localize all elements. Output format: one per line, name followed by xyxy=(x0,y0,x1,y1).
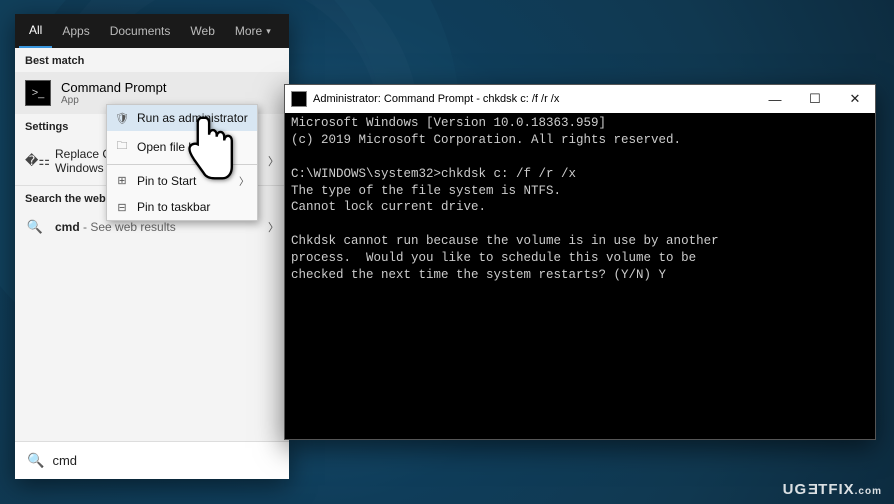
ctx-label: Pin to taskbar xyxy=(137,200,210,214)
tab-apps[interactable]: Apps xyxy=(52,14,99,48)
start-search-panel: All Apps Documents Web More ▾ Best match… xyxy=(15,14,289,479)
search-input[interactable]: cmd xyxy=(52,453,77,468)
pin-icon: ⊞ xyxy=(115,174,129,187)
cursor-hand-icon xyxy=(182,114,240,189)
desktop: All Apps Documents Web More ▾ Best match… xyxy=(0,0,894,504)
maximize-button[interactable]: ☐ xyxy=(795,85,835,113)
chevron-right-icon: 〉 xyxy=(268,219,279,235)
best-match-label: Best match xyxy=(15,48,289,72)
terminal-output[interactable]: Microsoft Windows [Version 10.0.18363.95… xyxy=(285,113,875,439)
chevron-right-icon: 〉 xyxy=(239,173,249,188)
minimize-button[interactable]: ― xyxy=(755,85,795,113)
web-query: cmd xyxy=(55,220,80,234)
tab-documents[interactable]: Documents xyxy=(100,14,181,48)
search-icon: 🔍 xyxy=(25,219,45,235)
shield-admin-icon: 🛡 xyxy=(115,112,129,125)
spacer xyxy=(15,244,289,441)
tab-all[interactable]: All xyxy=(19,14,52,48)
search-icon: 🔍 xyxy=(27,452,44,469)
command-prompt-window: Administrator: Command Prompt - chkdsk c… xyxy=(284,84,876,440)
window-title: Administrator: Command Prompt - chkdsk c… xyxy=(313,93,559,105)
app-name: Command Prompt xyxy=(61,80,166,95)
folder-icon: 🗀 xyxy=(115,137,129,156)
chevron-down-icon: ▾ xyxy=(266,26,271,37)
pin-icon: ⊟ xyxy=(115,201,129,214)
tab-web[interactable]: Web xyxy=(180,14,224,48)
ctx-pin-to-taskbar[interactable]: ⊟ Pin to taskbar xyxy=(107,194,257,220)
cmd-app-icon xyxy=(291,91,307,107)
best-match-text: Command Prompt App xyxy=(61,80,166,106)
title-bar[interactable]: Administrator: Command Prompt - chkdsk c… xyxy=(285,85,875,113)
tab-more[interactable]: More ▾ xyxy=(225,14,281,48)
close-button[interactable]: ✕ xyxy=(835,85,875,113)
web-result-text: cmd - See web results xyxy=(55,220,176,234)
search-filter-tabs: All Apps Documents Web More ▾ xyxy=(15,14,289,48)
tab-more-label: More xyxy=(235,24,262,38)
web-suffix: - See web results xyxy=(80,220,176,234)
chevron-right-icon: 〉 xyxy=(268,153,279,169)
command-prompt-icon: >_ xyxy=(25,80,51,106)
watermark: UGETFIX.com xyxy=(783,481,882,498)
search-bar[interactable]: 🔍 cmd xyxy=(15,441,289,479)
settings-toggle-icon: �⚏ xyxy=(25,153,45,169)
